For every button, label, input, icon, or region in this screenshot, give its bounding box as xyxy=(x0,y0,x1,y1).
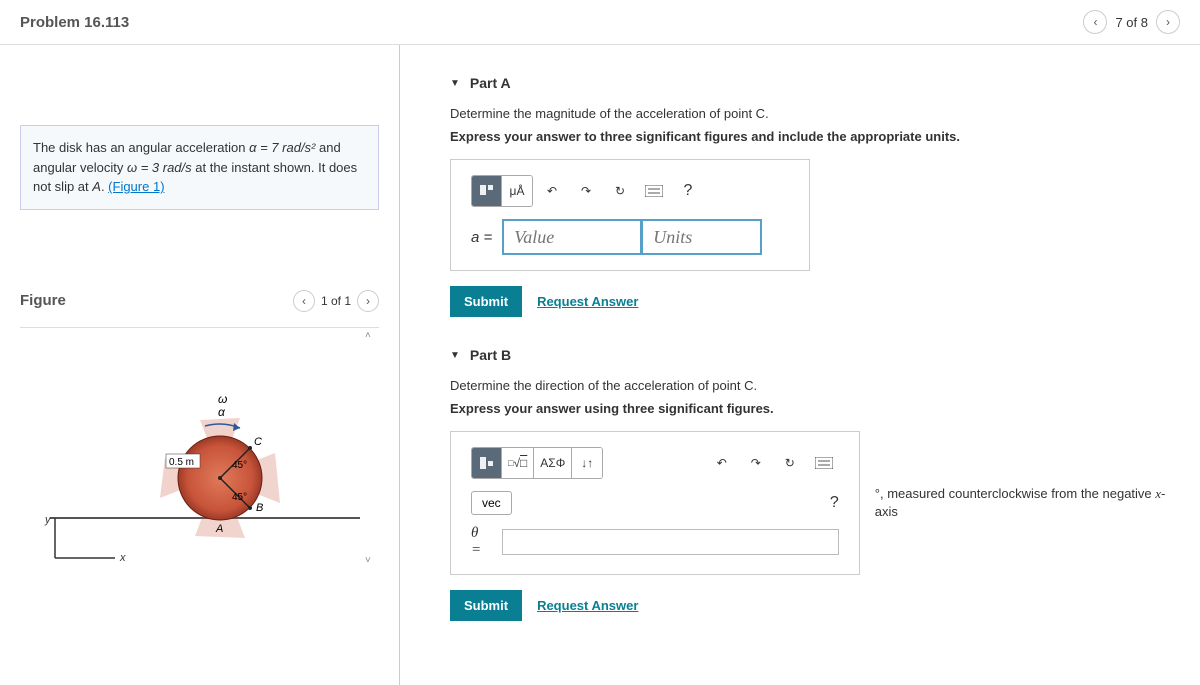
template-button-b[interactable] xyxy=(472,448,502,478)
arrows-button[interactable]: ↓↑ xyxy=(572,448,602,478)
caret-down-icon: ▼ xyxy=(450,78,460,89)
part-a-prompt: Determine the magnitude of the accelerat… xyxy=(450,106,1180,121)
disk-figure: C B A 45° 45° ω α 0.5 m y xyxy=(30,348,370,567)
svg-text:0.5 m: 0.5 m xyxy=(169,457,194,468)
part-b-instruction: Express your answer using three signific… xyxy=(450,401,1180,416)
svg-text:x: x xyxy=(119,552,126,564)
svg-text:B: B xyxy=(256,502,263,514)
part-a-answer-box: μÅ ↶ ↷ ↻ ? a = xyxy=(450,159,810,271)
figure-viewport: ˄ ˅ xyxy=(20,327,379,567)
submit-button-a[interactable]: Submit xyxy=(450,286,522,317)
help-button[interactable]: ? xyxy=(673,176,703,206)
submit-button-b[interactable]: Submit xyxy=(450,590,522,621)
post-text: °, measured counterclockwise from the ne… xyxy=(875,485,1180,521)
request-answer-b[interactable]: Request Answer xyxy=(537,598,638,613)
svg-text:C: C xyxy=(254,436,262,448)
svg-text:A: A xyxy=(215,523,223,535)
sqrt-button[interactable]: □√□ xyxy=(502,448,534,478)
help-button-b[interactable]: ? xyxy=(830,494,839,512)
problem-nav: ‹ 7 of 8 › xyxy=(1083,10,1180,34)
template-button[interactable] xyxy=(472,176,502,206)
svg-text:α: α xyxy=(218,405,226,419)
left-panel: The disk has an angular acceleration α =… xyxy=(0,45,400,685)
part-a-title: Part A xyxy=(470,75,511,91)
figure-prev-button[interactable]: ‹ xyxy=(293,290,315,312)
greek-button[interactable]: ΑΣΦ xyxy=(534,448,572,478)
redo-button[interactable]: ↷ xyxy=(571,176,601,206)
next-problem-button[interactable]: › xyxy=(1156,10,1180,34)
part-b: ▼ Part B Determine the direction of the … xyxy=(450,347,1180,621)
right-panel: ▼ Part A Determine the magnitude of the … xyxy=(400,45,1200,685)
problem-position: 7 of 8 xyxy=(1115,15,1148,30)
reset-button-b[interactable]: ↻ xyxy=(775,448,805,478)
keyboard-icon xyxy=(815,457,833,469)
value-input[interactable] xyxy=(502,219,642,255)
prev-problem-button[interactable]: ‹ xyxy=(1083,10,1107,34)
page-header: Problem 16.113 ‹ 7 of 8 › xyxy=(0,0,1200,45)
keyboard-icon xyxy=(645,185,663,197)
problem-title: Problem 16.113 xyxy=(20,14,129,31)
scroll-down-icon[interactable]: ˅ xyxy=(365,555,375,565)
redo-button-b[interactable]: ↷ xyxy=(741,448,771,478)
part-b-prompt: Determine the direction of the accelerat… xyxy=(450,378,1180,393)
svg-text:45°: 45° xyxy=(232,492,247,503)
svg-text:ω: ω xyxy=(218,392,227,406)
svg-text:y: y xyxy=(44,514,52,526)
caret-down-icon: ▼ xyxy=(450,350,460,361)
figure-next-button[interactable]: › xyxy=(357,290,379,312)
scroll-up-icon[interactable]: ˄ xyxy=(365,330,375,340)
part-b-title: Part B xyxy=(470,347,511,363)
request-answer-a[interactable]: Request Answer xyxy=(537,294,638,309)
var-a-label: a = xyxy=(471,229,492,246)
var-theta-label: θ = xyxy=(471,525,492,559)
vec-button[interactable]: vec xyxy=(471,491,512,515)
reset-button[interactable]: ↻ xyxy=(605,176,635,206)
units-button[interactable]: μÅ xyxy=(502,176,532,206)
svg-text:45°: 45° xyxy=(232,460,247,471)
keyboard-button-b[interactable] xyxy=(809,448,839,478)
part-b-header[interactable]: ▼ Part B xyxy=(450,347,1180,363)
figure-link[interactable]: (Figure 1) xyxy=(108,179,164,194)
part-a-instruction: Express your answer to three significant… xyxy=(450,129,1180,144)
figure-position: 1 of 1 xyxy=(321,294,351,308)
undo-button[interactable]: ↶ xyxy=(537,176,567,206)
part-b-answer-box: □√□ ΑΣΦ ↓↑ ↶ ↷ ↻ vec xyxy=(450,431,860,575)
figure-heading: Figure xyxy=(20,292,66,309)
theta-input[interactable] xyxy=(502,529,839,555)
problem-statement: The disk has an angular acceleration α =… xyxy=(20,125,379,210)
keyboard-button[interactable] xyxy=(639,176,669,206)
undo-button-b[interactable]: ↶ xyxy=(707,448,737,478)
units-input[interactable] xyxy=(642,219,762,255)
part-a: ▼ Part A Determine the magnitude of the … xyxy=(450,75,1180,317)
part-a-header[interactable]: ▼ Part A xyxy=(450,75,1180,91)
